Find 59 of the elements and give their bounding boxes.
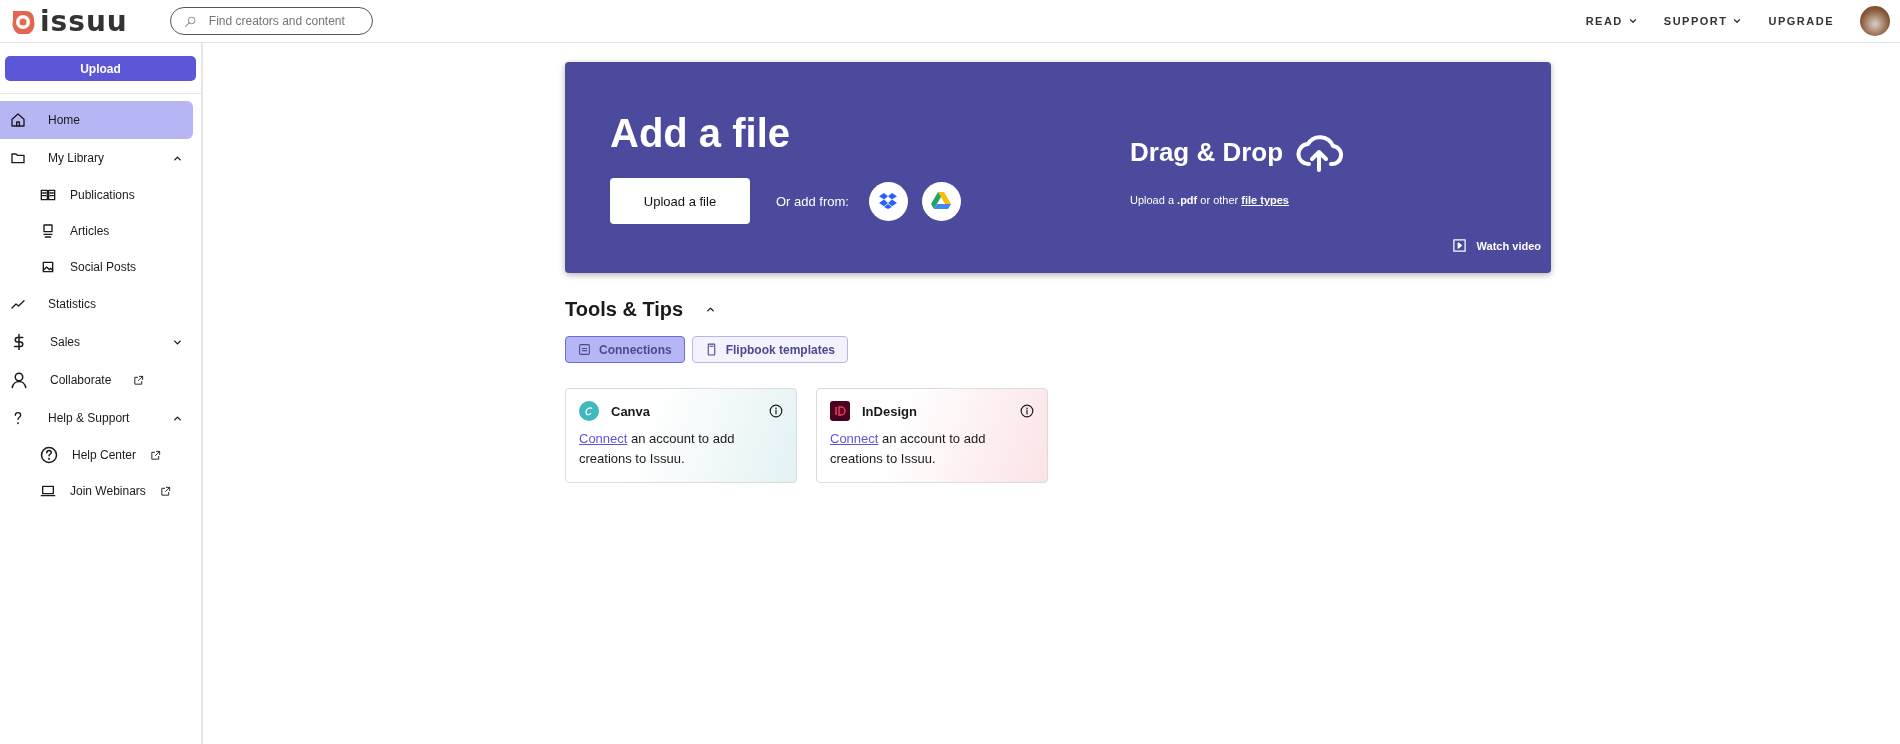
connect-link[interactable]: Connect [830, 431, 879, 446]
chevron-up-icon [705, 304, 717, 315]
book-icon [40, 187, 56, 203]
avatar[interactable] [1860, 6, 1890, 36]
sidebar-item[interactable]: Join Webinars [0, 473, 193, 509]
drop-title: Drag & Drop [1130, 136, 1284, 168]
canva-logo [579, 401, 599, 421]
upload-file-button[interactable]: Upload a file [610, 178, 750, 224]
laptop-icon [40, 483, 56, 499]
chevron-down-icon [1732, 16, 1743, 26]
article-icon [40, 223, 56, 239]
indesign-logo [830, 401, 850, 421]
external-link-icon [150, 449, 162, 461]
drive-icon [931, 192, 952, 210]
section-title: Tools & Tips [565, 298, 684, 321]
sidebar-item[interactable]: Articles [0, 213, 193, 249]
chevron-down-icon [1627, 16, 1638, 26]
watch-video-link[interactable]: Watch video [1451, 238, 1541, 253]
sidebar-item[interactable]: Help & Support [0, 399, 193, 437]
nav-link[interactable]: UPGRADE [1768, 15, 1834, 27]
card-text: Connect an account to add creations to Issuu. [830, 430, 987, 468]
card-text: Connect an account to add creations to Issuu. [579, 430, 736, 468]
or-add-label: Or add from: [776, 193, 849, 209]
upload-button[interactable]: Upload [5, 56, 196, 81]
nav-link[interactable]: SUPPORT [1663, 15, 1743, 27]
card-title: Canva [611, 403, 651, 419]
external-link-icon [159, 485, 171, 497]
tab[interactable]: Connections [565, 336, 685, 363]
search-field[interactable]: Find creators and content [169, 7, 373, 35]
sidebar-item[interactable]: Statistics [0, 285, 193, 323]
sidebar-item[interactable]: Collaborate [0, 361, 193, 399]
sidebar-item[interactable]: Social Posts [0, 249, 193, 285]
home-icon [10, 112, 26, 128]
sidebar-item[interactable]: My Library [0, 139, 193, 177]
play-icon [1451, 238, 1467, 253]
person-icon [10, 371, 28, 389]
connect-link[interactable]: Connect [579, 431, 628, 446]
nav-link[interactable]: READ [1585, 15, 1638, 27]
sidebar-item[interactable]: Home [0, 101, 193, 139]
image-frame-icon [40, 259, 56, 275]
help-icon [40, 446, 58, 464]
info-icon [769, 404, 783, 418]
panel-title: Add a file [610, 111, 792, 156]
file-types-link[interactable]: file types [1241, 194, 1289, 206]
dropbox-icon [879, 193, 898, 209]
sidebar-item[interactable]: Publications [0, 177, 193, 213]
tab[interactable]: Flipbook templates [691, 336, 849, 363]
external-link-icon [133, 374, 145, 386]
card-title: InDesign [862, 403, 917, 419]
info-icon [1020, 404, 1034, 418]
logo-text[interactable]: issuu [40, 4, 128, 38]
drive-button[interactable] [921, 181, 961, 221]
search-icon [183, 15, 197, 28]
logo-icon [10, 8, 36, 34]
folder-icon [10, 150, 26, 166]
file-hint: Upload a .pdf or other file types [1130, 194, 1290, 206]
dropbox-button[interactable] [868, 181, 908, 221]
sidebar-item[interactable]: Help Center [0, 437, 193, 473]
sidebar-item[interactable]: Sales [0, 323, 193, 361]
